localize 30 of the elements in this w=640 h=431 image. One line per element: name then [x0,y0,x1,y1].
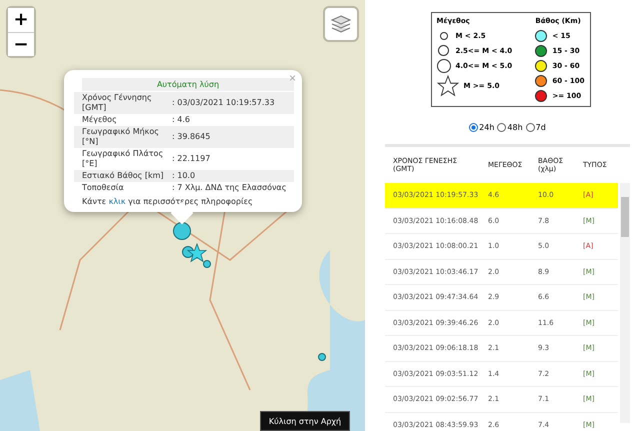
layers-icon [331,15,351,33]
field-value: : 39.8645 [172,132,212,142]
period-radio[interactable]: 24h [469,123,494,132]
earthquake-marker[interactable] [173,222,191,240]
field-label: Μέγεθος [82,115,118,125]
field-value: : 7 Χλμ. ΔΝΔ της Ελασσόνας [172,183,288,193]
field-value: : 22.1197 [172,154,212,164]
star-marker-icon[interactable] [187,243,207,263]
layers-button[interactable] [325,8,357,40]
field-value: : 10.0 [172,171,196,181]
period-radio[interactable]: 7d [526,123,546,132]
earthquake-marker[interactable] [318,353,326,361]
period-radio[interactable]: 48h [497,123,523,132]
circle-icon [440,32,448,40]
field-value: : 03/03/2021 10:19:57.33 [172,98,276,108]
field-label: Τοποθεσία [82,183,125,193]
earthquake-marker[interactable] [203,260,211,268]
circle-icon [436,59,450,73]
circle-icon [438,45,449,56]
field-label: Χρόνος Γέννησης [GMT] [82,93,153,113]
field-label: Γεωγραφικό Μήκος [°N] [82,127,160,147]
more-info-text: Κάντε κλικ για περισσότερες πληροφορίες [81,196,254,206]
scroll-to-top-button[interactable]: Κύλιση στην Αρχή [260,411,350,431]
field-value: : 4.6 [172,115,191,125]
field-label: Εστιακό Βάθος [km] [82,171,165,181]
zoom-out-button[interactable]: − [8,32,34,56]
scrollbar[interactable] [620,183,630,423]
star-icon [436,75,458,97]
field-label: Γεωγραφικό Πλάτος [°E] [82,149,164,169]
more-info-link[interactable]: κλικ [108,197,126,206]
